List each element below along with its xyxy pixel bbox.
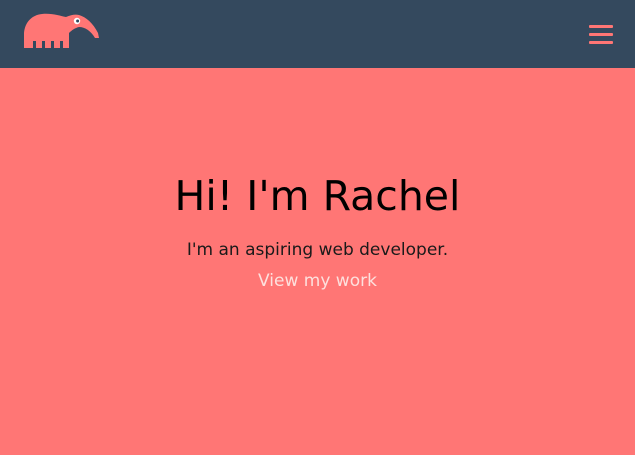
hero-title: Hi! I'm Rachel — [174, 172, 461, 220]
hero-subtitle: I'm an aspiring web developer. — [186, 240, 449, 260]
top-navbar — [0, 0, 635, 68]
hero-section: Hi! I'm Rachel I'm an aspiring web devel… — [0, 68, 635, 455]
anteater-logo-icon[interactable] — [22, 9, 100, 49]
menu-button[interactable] — [586, 24, 616, 46]
hamburger-menu-icon — [589, 41, 613, 44]
hamburger-menu-icon — [589, 25, 613, 28]
view-work-link[interactable]: View my work — [0, 269, 635, 293]
hamburger-menu-icon — [589, 33, 613, 36]
